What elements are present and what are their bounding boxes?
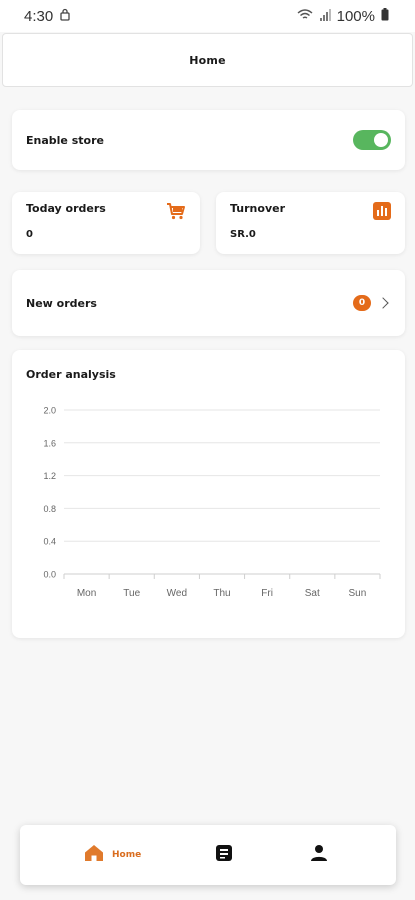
nav-home[interactable]: Home (84, 825, 141, 885)
chart-x-tick-label: Sun (349, 588, 367, 599)
chart-x-tick-label: Wed (167, 588, 187, 599)
status-left: 4:30 (24, 8, 71, 25)
turnover-card: Turnover SR.0 (216, 192, 405, 254)
today-orders-value: 0 (26, 229, 33, 240)
home-icon (84, 844, 104, 866)
chart-x-tick-label: Sat (305, 588, 320, 599)
bottom-navigation: Home (20, 825, 396, 885)
nav-orders[interactable] (215, 825, 233, 885)
page-title: Home (189, 53, 226, 67)
nav-profile[interactable] (310, 825, 328, 885)
enable-store-card: Enable store (12, 110, 405, 170)
chart-y-tick-label: 1.6 (43, 438, 56, 448)
chevron-right-icon (377, 297, 389, 309)
chart-y-tick-label: 0.0 (43, 570, 56, 580)
orders-icon (215, 844, 233, 866)
battery-icon (381, 7, 389, 25)
enable-store-label: Enable store (26, 133, 104, 147)
toggle-knob (374, 133, 388, 147)
profile-icon (310, 844, 328, 866)
chart-y-tick-label: 0.8 (43, 504, 56, 514)
turnover-label: Turnover (230, 202, 285, 215)
chart-y-tick-label: 2.0 (43, 406, 56, 416)
status-time: 4:30 (24, 7, 54, 25)
order-analysis-title: Order analysis (26, 368, 116, 381)
today-orders-card: Today orders 0 (12, 192, 200, 254)
order-analysis-chart: 0.0 0.4 0.8 1.2 1.6 2.0 Mon Tue Wed Thu Fri Sat Sun (43, 406, 381, 599)
cart-icon (166, 202, 186, 224)
wifi-icon (297, 8, 313, 25)
chart-y-tick-label: 1.2 (43, 471, 56, 481)
chart-x-tick-label: Mon (77, 588, 96, 599)
enable-store-toggle[interactable] (353, 130, 391, 150)
chart-y-tick-label: 0.4 (43, 537, 56, 547)
lock-icon (59, 8, 71, 25)
status-right: 100% (297, 7, 389, 25)
bar-chart-icon (373, 202, 391, 224)
new-orders-badge: 0 (353, 295, 371, 311)
order-analysis-card: Order analysis 0.0 0.4 0.8 1.2 1.6 2.0 Mon Tue W… (12, 350, 405, 638)
chart-x-tick-label: Fri (261, 588, 273, 599)
signal-icon (319, 8, 331, 25)
new-orders-label: New orders (26, 296, 97, 310)
today-orders-label: Today orders (26, 202, 106, 215)
app-header: Home (2, 33, 413, 87)
new-orders-card[interactable]: New orders 0 (12, 270, 405, 336)
battery-text: 100% (336, 7, 375, 25)
chart-x-tick-label: Thu (213, 588, 230, 599)
nav-home-label: Home (112, 850, 142, 860)
new-orders-trailing: 0 (353, 295, 391, 311)
chart-x-tick-label: Tue (123, 588, 140, 599)
turnover-value: SR.0 (230, 229, 256, 240)
status-bar: 4:30 100% (0, 0, 415, 32)
